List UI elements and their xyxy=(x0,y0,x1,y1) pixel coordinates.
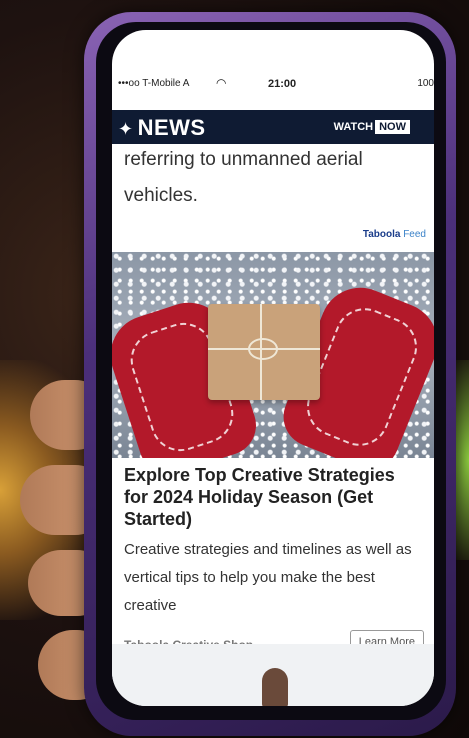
article-text-line: vehicles. xyxy=(124,185,198,206)
gift-box xyxy=(208,304,320,400)
status-bar: •••oo T-Mobile A ◠ 21:00 100 xyxy=(118,76,434,96)
peacock-icon: ✦ xyxy=(118,119,134,139)
logo-text: NEWS xyxy=(137,115,206,140)
watch-label: WATCH xyxy=(333,121,374,133)
battery-label: 100 xyxy=(417,78,434,89)
ad-description: Creative strategies and timelines as wel… xyxy=(124,541,412,614)
ad-title[interactable]: Explore Top Creative Strategies for 2024… xyxy=(112,458,434,530)
taboola-brand: Taboola xyxy=(362,229,401,240)
article-paragraph: referring to unmanned aerial vehicles. xyxy=(112,142,434,214)
feed-label: Feed xyxy=(403,229,426,240)
phone-screen: •••oo T-Mobile A ◠ 21:00 100 ✦ NEWS WATCH… xyxy=(112,30,434,706)
article-content: referring to unmanned aerial vehicles. T… xyxy=(112,144,434,664)
wifi-icon: ◠ xyxy=(216,76,227,90)
article-text-line: referring to unmanned aerial xyxy=(124,149,363,170)
next-feed-card[interactable] xyxy=(112,644,434,706)
person-thumbnail xyxy=(262,668,288,706)
now-badge: NOW xyxy=(375,120,410,134)
taboola-feed-label[interactable]: Taboola Feed xyxy=(112,218,434,252)
status-time: 21:00 xyxy=(268,78,297,90)
nbc-news-header: ✦ NEWS WATCH NOW xyxy=(112,110,434,144)
ad-image[interactable] xyxy=(112,252,434,458)
watch-now-button[interactable]: WATCH NOW xyxy=(333,120,410,134)
carrier-label: •••oo T-Mobile A xyxy=(118,78,190,89)
nbc-news-logo[interactable]: ✦ NEWS xyxy=(118,115,206,141)
